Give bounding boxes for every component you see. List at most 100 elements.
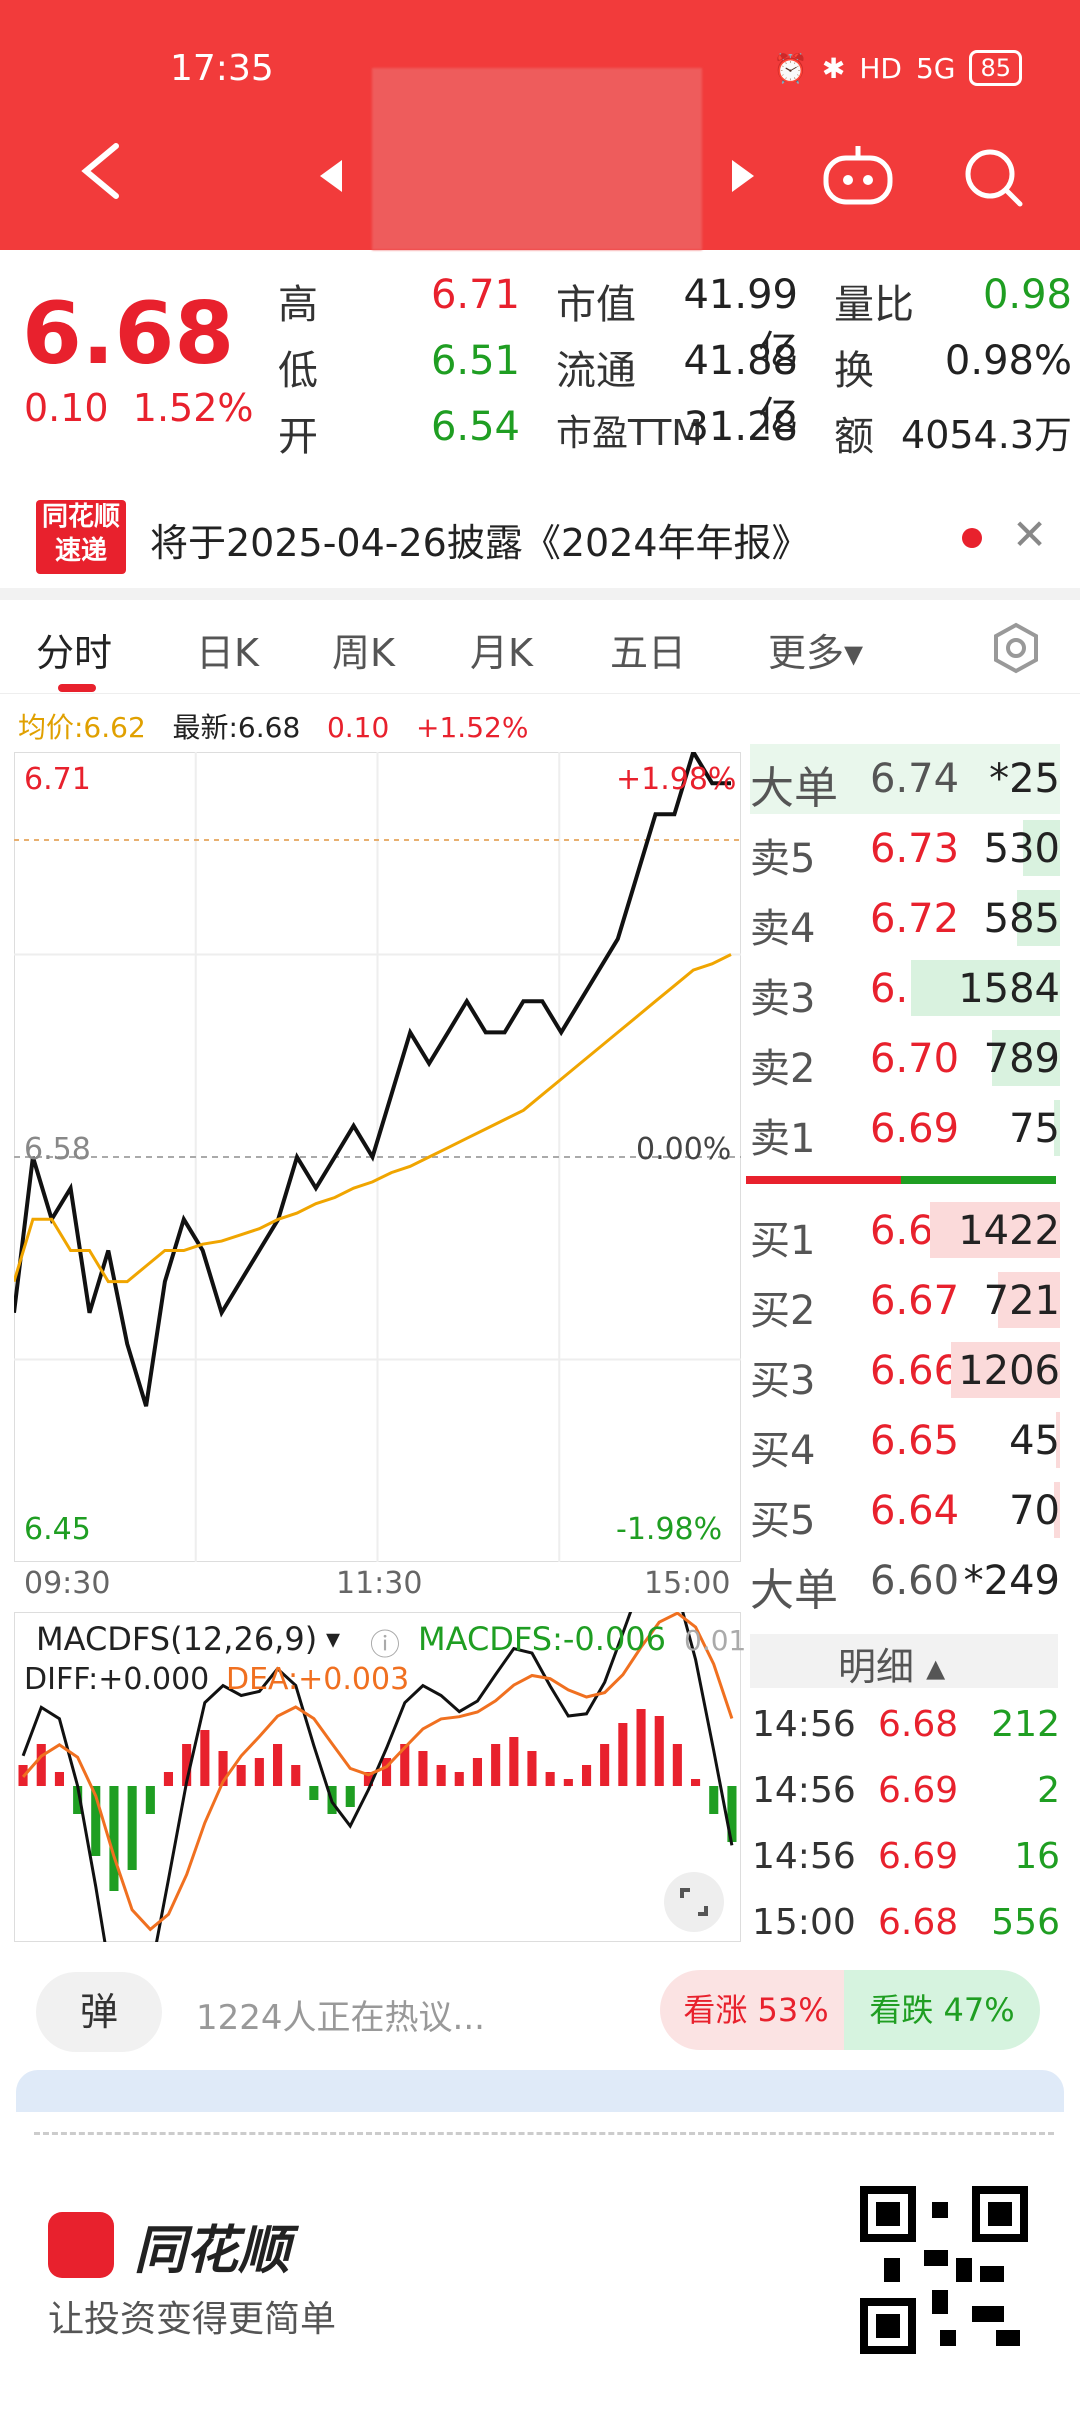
macd-bar	[582, 1765, 592, 1786]
vote-up-button[interactable]: 看涨 53%	[660, 1970, 852, 2050]
macd-bar	[254, 1758, 264, 1786]
bid-row: 买3 6.66 1206	[750, 1336, 1060, 1406]
macd-bar	[127, 1786, 137, 1870]
ask-volume: 75	[1009, 1106, 1060, 1152]
macd-bar	[491, 1744, 501, 1786]
macd-bar	[273, 1744, 283, 1786]
macd-bar	[145, 1786, 155, 1814]
close-icon[interactable]: ✕	[1012, 510, 1047, 559]
big-order-top: 大单 6.74 *25	[750, 744, 1060, 814]
macd-bar	[563, 1779, 573, 1786]
danmu-button[interactable]: 弹	[36, 1972, 162, 2052]
bid-price: 6.67	[870, 1278, 960, 1324]
express-logo: 同花顺 速递	[36, 500, 126, 574]
vote-down-button[interactable]: 看跌 47%	[844, 1970, 1040, 2050]
tab-more[interactable]: 更多▾	[768, 622, 863, 677]
amount-value: 4054.3万	[901, 413, 1072, 457]
brand-name: 同花顺	[134, 2221, 291, 2281]
notice-text[interactable]: 将于2025-04-26披露《2024年年报》	[150, 512, 810, 567]
macd-bar	[618, 1723, 628, 1786]
signal-icon: 5G	[915, 51, 956, 85]
latest-legend: 最新:6.68	[172, 711, 301, 744]
bid-volume: 1206	[958, 1348, 1060, 1394]
comment-input[interactable]: 1224人正在热议...	[196, 1990, 485, 2039]
tab-weekly-k[interactable]: 周K	[332, 622, 395, 677]
ask-price: 6.72	[870, 896, 960, 942]
float-cap-label: 流通	[556, 348, 636, 394]
pct-legend: +1.52%	[416, 711, 529, 744]
ask-price: 6.73	[870, 826, 960, 872]
big-order-bottom: 大单 6.60 *249	[750, 1558, 1060, 1616]
avg-price-series-line	[14, 953, 732, 1284]
ask-volume: 585	[983, 896, 1060, 942]
macd-bar	[691, 1779, 701, 1786]
promo-banner[interactable]	[16, 2070, 1064, 2112]
ask-volume: 530	[983, 826, 1060, 872]
fullscreen-icon[interactable]	[662, 1870, 726, 1934]
open-label: 开	[278, 414, 318, 460]
tab-five-day[interactable]: 五日	[610, 622, 686, 677]
bid-level-label: 买5	[750, 1498, 816, 1544]
high-value: 6.71	[430, 272, 520, 318]
trade-row: 14:56 6.69 2	[752, 1760, 1060, 1826]
dropdown-icon[interactable]: ▾	[326, 1622, 340, 1655]
bid-volume: 1422	[958, 1208, 1060, 1254]
pct-label-low: -1.98%	[616, 1512, 723, 1547]
next-stock-icon[interactable]	[732, 160, 754, 192]
ask-row: 卖4 6.72 585	[750, 884, 1060, 954]
diff-value: DIFF:+0.000	[24, 1662, 210, 1697]
macd-bar	[54, 1772, 64, 1786]
settings-icon[interactable]	[990, 622, 1042, 674]
ask-price: 6.69	[870, 1106, 960, 1152]
ask-level-label: 卖1	[750, 1116, 816, 1162]
low-value: 6.51	[430, 338, 520, 384]
search-icon[interactable]	[962, 146, 1024, 208]
chart-legend: 均价:6.62 最新:6.68 0.10 +1.52%	[18, 706, 528, 746]
brand-slogan: 让投资变得更简单	[48, 2299, 337, 2340]
ask-row: 卖36.711584	[750, 954, 1060, 1024]
detail-header-label[interactable]: 明细 ▴	[838, 1636, 945, 1691]
intraday-chart[interactable]	[14, 752, 741, 1562]
tab-daily-k[interactable]: 日K	[196, 622, 259, 677]
macd-bar	[709, 1786, 719, 1814]
robot-assistant-icon[interactable]	[822, 144, 894, 206]
x-tick-open: 09:30	[24, 1566, 111, 1601]
trade-time: 14:56	[752, 1704, 856, 1745]
trade-time: 14:56	[752, 1770, 856, 1811]
bid-volume: 45	[1009, 1418, 1060, 1464]
market-cap-label: 市值	[556, 282, 636, 328]
macd-bar	[472, 1758, 482, 1786]
macd-bar	[545, 1772, 555, 1786]
status-icons: ⏰ ✱ HD 5G 85	[773, 50, 1022, 86]
back-icon[interactable]	[78, 142, 122, 200]
y-label-high: 6.71	[24, 762, 91, 797]
trade-row: 14:56 6.69 16	[752, 1826, 1060, 1892]
bid-row: 买5 6.64 70	[750, 1476, 1060, 1546]
trade-volume: 212	[991, 1704, 1060, 1745]
x-tick-noon: 11:30	[336, 1566, 423, 1601]
prev-stock-icon[interactable]	[320, 160, 342, 192]
macd-indicator-select[interactable]: MACDFS(12,26,9)	[36, 1620, 317, 1658]
help-icon[interactable]: ⓘ	[370, 1620, 400, 1664]
trade-price: 6.69	[878, 1836, 959, 1877]
tab-intraday[interactable]: 分时	[36, 622, 112, 677]
dea-value: DEA:+0.003	[226, 1662, 410, 1697]
alarm-icon: ⏰	[772, 51, 808, 85]
pct-label-high: +1.98%	[616, 762, 737, 797]
pct-label-mid: 0.00%	[636, 1132, 732, 1167]
macd-bar	[600, 1744, 610, 1786]
tab-monthly-k[interactable]: 月K	[470, 622, 533, 677]
trade-price: 6.68	[878, 1704, 959, 1745]
active-tab-indicator	[58, 684, 96, 692]
macd-bar	[654, 1716, 664, 1786]
bid-volume: 70	[1009, 1488, 1060, 1534]
stock-title-redacted	[372, 68, 702, 250]
trade-volume: 2	[1037, 1770, 1060, 1811]
qr-code	[860, 2186, 1028, 2354]
price-series-line	[14, 752, 731, 1407]
price-change: 0.10 1.52%	[24, 386, 254, 430]
macd-bar	[291, 1765, 301, 1786]
dashed-divider	[34, 2132, 1054, 2135]
macd-bar	[527, 1751, 537, 1786]
pe-value: 31.28	[683, 404, 798, 450]
